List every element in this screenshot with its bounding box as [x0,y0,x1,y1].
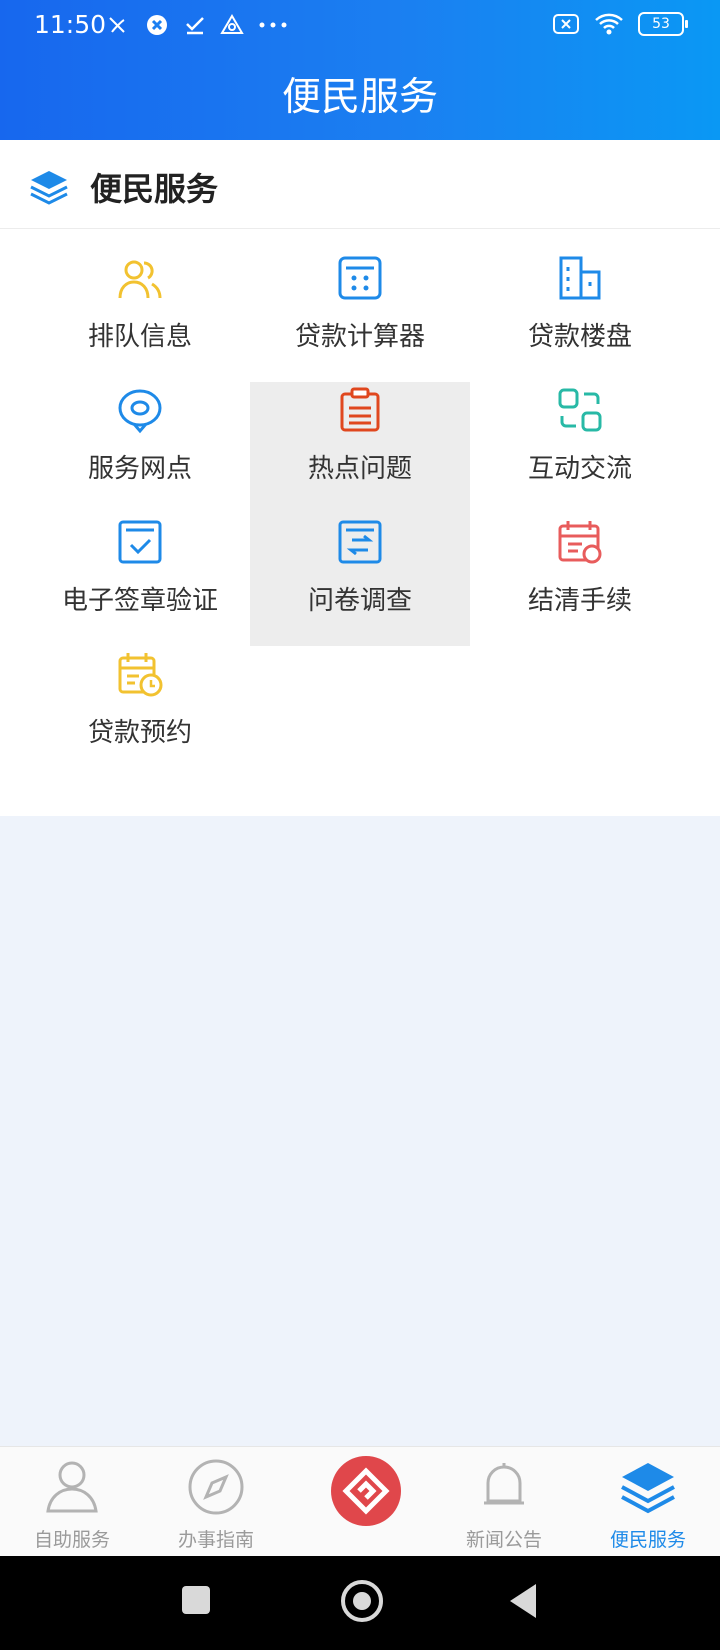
grid-item-settlement-procedures[interactable]: 结清手续 [470,514,690,646]
wifi-icon [595,13,623,35]
tab-convenience[interactable]: 便民服务 [576,1447,720,1557]
calculator-icon [338,256,382,300]
tab-label: 自助服务 [33,1529,110,1551]
grid-item-label: 贷款楼盘 [527,322,632,352]
person-icon [46,1461,98,1513]
checkbox-icon [118,520,162,564]
layers-icon [621,1463,675,1514]
grid-item-label: 排队信息 [87,322,192,352]
grid-item-label: 问卷调查 [307,586,412,616]
grid-item-label: 互动交流 [527,454,632,484]
grid-item-loan-appointment[interactable]: 贷款预约 [30,646,250,778]
grid-item-label: 服务网点 [87,454,192,484]
service-section: 便民服务 排队信息 贷款计算器 贷款楼盘 服务网点 热点问题 互动交流 电子签章… [0,140,720,816]
grid-item-interaction[interactable]: 互动交流 [470,382,690,514]
grid-item-esignature-verify[interactable]: 电子签章验证 [30,514,250,646]
tab-label: 新闻公告 [465,1529,542,1551]
grid-item-label: 电子签章验证 [61,586,218,616]
grid-item-queue-info[interactable]: 排队信息 [30,250,250,382]
tab-label: 办事指南 [177,1529,254,1551]
bell-icon [484,1463,524,1505]
check-icon [186,17,204,35]
page-title: 便民服务 [281,75,438,120]
calendar-refresh-icon [558,521,602,564]
location-pin-icon [118,389,162,434]
tab-label: 便民服务 [609,1529,686,1551]
survey-icon [338,520,382,564]
grid-item-loan-properties[interactable]: 贷款楼盘 [470,250,690,382]
status-icons-left [104,12,288,38]
status-time: 11:50 [34,10,107,39]
app-header: 11:50 53 便民服务 [0,0,720,140]
grid-item-service-outlets[interactable]: 服务网点 [30,382,250,514]
home-logo-button[interactable] [331,1456,401,1526]
more-dots-icon [259,22,287,28]
tab-self-service[interactable]: 自助服务 [0,1447,144,1557]
section-title: 便民服务 [90,170,219,208]
status-icons-right: 53 [552,12,688,36]
grid-item-label: 热点问题 [307,454,412,484]
recent-apps-button[interactable] [182,1586,210,1614]
grid-item-survey[interactable]: 问卷调查 [250,514,470,646]
layers-icon [28,168,70,212]
muted-vibrate-icon [109,17,125,33]
system-nav-bar [0,1556,720,1650]
grid-item-hot-questions[interactable]: 热点问题 [250,382,470,514]
exchange-icon [558,388,602,432]
grid-item-label: 贷款计算器 [294,322,425,352]
grid-item-label: 贷款预约 [87,718,192,748]
logo-icon [342,1467,390,1515]
drive-icon [220,14,244,34]
tab-guide[interactable]: 办事指南 [144,1447,288,1557]
sync-icon [147,15,167,35]
grid-item-label: 结清手续 [527,586,632,616]
grid-item-loan-calculator[interactable]: 贷款计算器 [250,250,470,382]
calendar-clock-icon [118,653,163,697]
back-button[interactable] [510,1584,536,1618]
section-header: 便民服务 [0,140,720,229]
compass-icon [188,1459,244,1515]
users-icon [118,260,162,299]
tab-news[interactable]: 新闻公告 [432,1447,576,1557]
home-button[interactable] [341,1580,383,1622]
battery-indicator: 53 [638,12,688,36]
clipboard-icon [340,387,380,432]
buildings-icon [559,256,601,300]
no-sim-icon [553,14,579,34]
